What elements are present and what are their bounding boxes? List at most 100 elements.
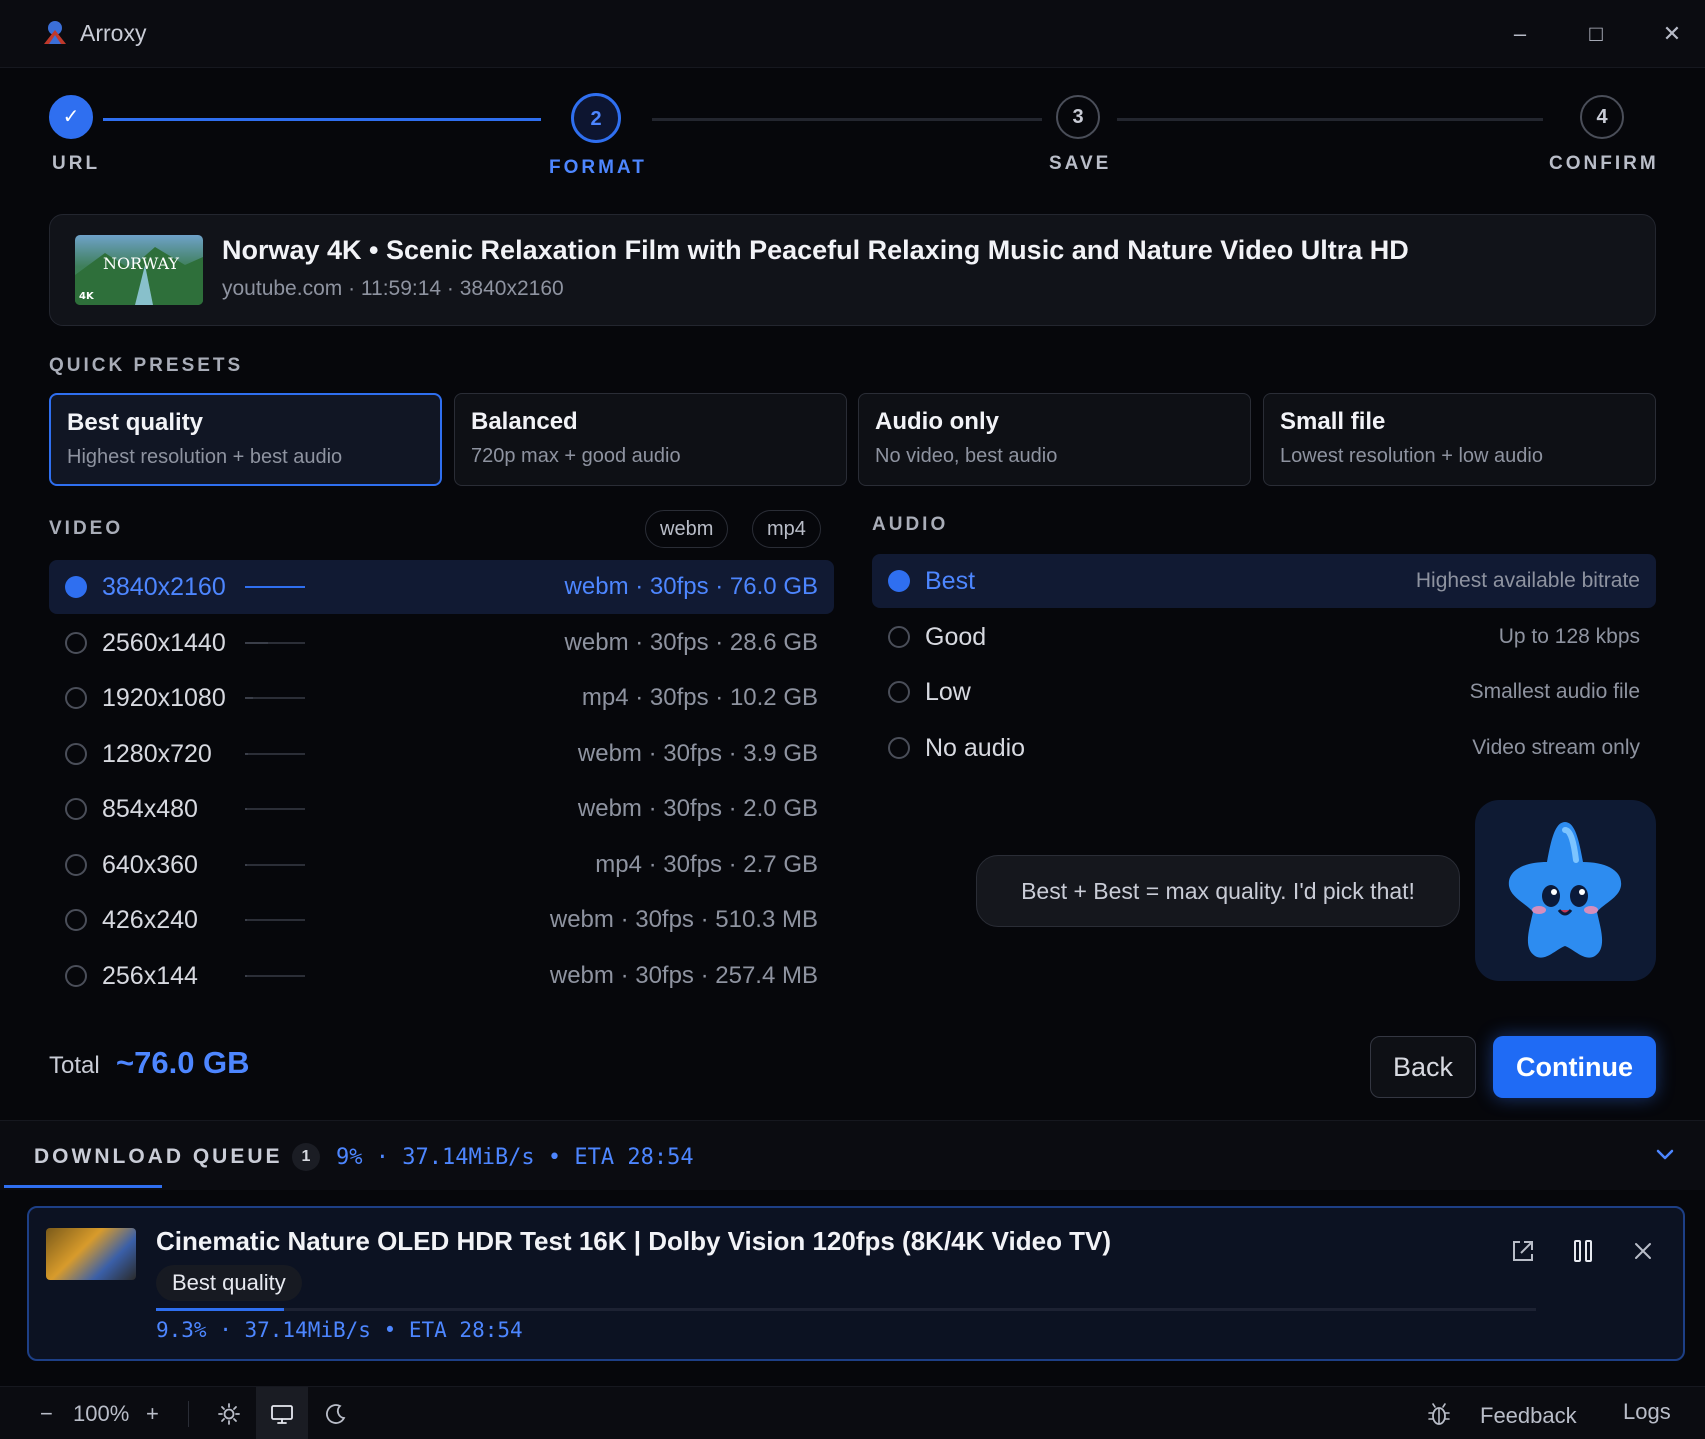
audio-quality-hint: Video stream only [1472,736,1640,759]
preset-small-file[interactable]: Small file Lowest resolution + low audio [1263,393,1656,486]
total-size-value: ~76.0 GB [116,1045,250,1080]
video-thumbnail: NORWAY 4K [75,235,203,305]
pause-icon[interactable] [1566,1234,1600,1268]
bug-icon[interactable] [1425,1400,1453,1428]
open-external-icon[interactable] [1506,1234,1540,1268]
preset-subtitle: 720p max + good audio [471,445,681,467]
step-url-check-icon[interactable]: ✓ [49,95,93,139]
step-url-label: URL [52,153,101,174]
back-button[interactable]: Back [1370,1036,1476,1098]
audio-quality-label: No audio [925,734,1026,762]
light-theme-icon[interactable] [215,1400,243,1428]
video-info-card: NORWAY 4K Norway 4K • Scenic Relaxation … [49,214,1656,326]
queue-item-thumbnail [46,1228,136,1280]
zoom-out-button[interactable]: − [40,1401,53,1427]
step-save-indicator[interactable]: 3 [1056,95,1100,139]
size-bar [245,864,305,866]
video-resolution: 426x240 [102,906,198,934]
step-confirm-indicator[interactable]: 4 [1580,95,1624,139]
radio-button[interactable] [65,854,87,876]
chevron-down-icon[interactable] [1652,1141,1678,1167]
video-resolution: 1280x720 [102,740,212,768]
size-bar [245,975,305,977]
audio-quality-label: Low [925,678,971,706]
status-bar: − 100% + Feedback Logs [0,1386,1705,1439]
size-bar-fill [245,919,247,921]
radio-button[interactable] [65,576,87,598]
mascot-speech-text: Best + Best = max quality. I'd pick that… [1021,878,1415,904]
size-bar-fill [245,753,248,755]
audio-format-row[interactable]: No audio Video stream only [872,721,1656,775]
queue-tab-underline [4,1185,162,1188]
size-bar [245,586,305,588]
radio-button[interactable] [65,798,87,820]
step-connector [652,118,1042,121]
radio-button[interactable] [65,965,87,987]
video-format-info: webm · 30fps · 2.0 GB [577,795,818,822]
minimize-button[interactable]: – [1504,18,1536,50]
video-resolution: 3840x2160 [102,573,226,601]
video-format-info: webm · 30fps · 3.9 GB [577,740,818,767]
radio-button[interactable] [888,681,910,703]
cancel-download-icon[interactable] [1626,1234,1660,1268]
audio-quality-hint: Up to 128 kbps [1498,625,1640,648]
maximize-button[interactable]: □ [1580,18,1612,50]
size-bar-fill [245,642,268,644]
logs-link[interactable]: Logs [1623,1399,1671,1425]
continue-button[interactable]: Continue [1493,1036,1656,1098]
divider [188,1401,189,1427]
video-resolution: 1920x1080 [102,684,226,712]
download-queue-title: DOWNLOAD QUEUE [34,1145,283,1168]
video-format-info: webm · 30fps · 28.6 GB [564,629,818,656]
mascot-speech-bubble: Best + Best = max quality. I'd pick that… [976,855,1460,927]
video-format-info: mp4 · 30fps · 2.7 GB [595,851,818,878]
system-theme-button[interactable] [256,1387,308,1439]
thumbnail-title-text: NORWAY [103,254,179,273]
radio-button[interactable] [65,687,87,709]
queue-item-progress-bar [156,1308,1536,1311]
size-bar [245,642,305,644]
video-format-row[interactable]: 256x144 webm · 30fps · 257.4 MB [49,949,834,1003]
audio-format-row[interactable]: Best Highest available bitrate [872,554,1656,608]
radio-button[interactable] [65,743,87,765]
radio-button[interactable] [888,626,910,648]
queue-item-title: Cinematic Nature OLED HDR Test 16K | Dol… [156,1226,1112,1256]
radio-button[interactable] [65,909,87,931]
preset-balanced[interactable]: Balanced 720p max + good audio [454,393,847,486]
filter-webm-button[interactable]: webm [645,510,729,548]
feedback-link[interactable]: Feedback [1480,1403,1577,1429]
video-format-row[interactable]: 3840x2160 webm · 30fps · 76.0 GB [49,560,834,614]
audio-heading: AUDIO [872,514,949,535]
video-format-row[interactable]: 854x480 webm · 30fps · 2.0 GB [49,782,834,836]
preset-title: Balanced [471,408,578,435]
preset-audio-only[interactable]: Audio only No video, best audio [858,393,1251,486]
filter-mp4-button[interactable]: mp4 [752,510,821,548]
audio-format-row[interactable]: Good Up to 128 kbps [872,610,1656,664]
video-format-row[interactable]: 2560x1440 webm · 30fps · 28.6 GB [49,616,834,670]
video-format-row[interactable]: 1280x720 webm · 30fps · 3.9 GB [49,727,834,781]
step-format-indicator[interactable]: 2 [571,93,621,143]
preset-subtitle: Highest resolution + best audio [67,446,343,468]
thumbnail-art-icon: NORWAY 4K [75,247,203,305]
radio-button[interactable] [888,570,910,592]
video-resolution: 2560x1440 [102,629,226,657]
queue-item-status: 9.3% · 37.14MiB/s • ETA 28:54 [156,1318,523,1342]
quick-presets-heading: QUICK PRESETS [49,355,244,376]
thumbnail-badge-text: 4K [79,291,95,302]
radio-button[interactable] [888,737,910,759]
close-window-button[interactable]: ✕ [1656,18,1688,50]
dark-theme-icon[interactable] [322,1400,350,1428]
video-format-row[interactable]: 426x240 webm · 30fps · 510.3 MB [49,893,834,947]
zoom-in-button[interactable]: + [146,1401,159,1427]
video-resolution: 256x144 [102,962,198,990]
video-format-row[interactable]: 1920x1080 mp4 · 30fps · 10.2 GB [49,671,834,725]
radio-button[interactable] [65,632,87,654]
download-queue-header[interactable]: DOWNLOAD QUEUE 1 9% · 37.14MiB/s • ETA 2… [0,1120,1705,1190]
video-meta: youtube.com · 11:59:14 · 3840x2160 [222,277,564,300]
video-format-row[interactable]: 640x360 mp4 · 30fps · 2.7 GB [49,838,834,892]
zoom-level: 100% [73,1401,130,1426]
mascot [1475,800,1656,981]
audio-format-row[interactable]: Low Smallest audio file [872,665,1656,719]
preset-best-quality[interactable]: Best quality Highest resolution + best a… [49,393,442,486]
queue-status-text: 9% · 37.14MiB/s • ETA 28:54 [336,1145,694,1170]
